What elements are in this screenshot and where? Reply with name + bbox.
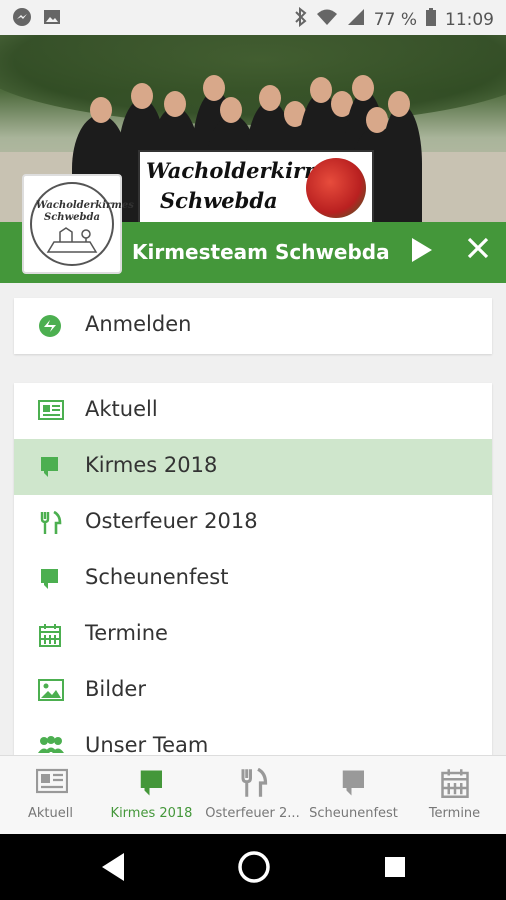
flag-icon — [38, 455, 62, 479]
battery-icon — [425, 7, 437, 32]
menu-item-label: Scheunenfest — [85, 565, 229, 589]
jester-icon — [306, 158, 366, 218]
wifi-icon — [316, 8, 338, 31]
tab-osterfeuer-2018[interactable]: Osterfeuer 2... — [202, 756, 303, 835]
menu-item-termine[interactable]: Termine — [14, 607, 492, 663]
flag-icon — [38, 567, 62, 591]
flag-icon — [137, 768, 167, 798]
fork-knife-icon — [238, 767, 268, 798]
menu-item-label: Aktuell — [85, 397, 158, 421]
battery-text: 77 % — [373, 9, 417, 30]
image-icon — [38, 679, 64, 703]
menu-item-label: Kirmes 2018 — [85, 453, 218, 477]
recents-icon[interactable] — [383, 855, 407, 883]
login-icon — [38, 314, 62, 338]
newspaper-icon — [38, 399, 64, 423]
gallery-icon — [42, 7, 62, 32]
signal-icon — [346, 8, 366, 31]
tab-label: Osterfeuer 2... — [205, 806, 300, 821]
tab-aktuell[interactable]: Aktuell — [0, 756, 101, 835]
club-logo: Wacholderkirmes Schwebda — [22, 174, 134, 274]
menu-item-scheunenfest[interactable]: Scheunenfest — [14, 551, 492, 607]
login-label: Anmelden — [85, 312, 192, 336]
newspaper-icon — [35, 768, 69, 798]
bottom-navigation: Aktuell Kirmes 2018 Osterfeuer 2... Sche… — [0, 755, 506, 835]
menu-item-label: Unser Team — [85, 733, 209, 755]
page-title: Kirmesteam Schwebda — [132, 240, 390, 264]
menu-item-label: Bilder — [85, 677, 146, 701]
fork-knife-icon — [38, 510, 62, 535]
calendar-icon — [440, 768, 470, 798]
clock: 11:09 — [445, 9, 494, 30]
messenger-icon — [12, 7, 32, 32]
menu-item-osterfeuer-2018[interactable]: Osterfeuer 2018 — [14, 495, 492, 551]
menu-item-aktuell[interactable]: Aktuell — [14, 383, 492, 439]
tab-label: Kirmes 2018 — [110, 806, 193, 821]
group-icon — [38, 735, 64, 755]
tab-label: Aktuell — [28, 806, 73, 821]
login-card: Anmelden — [14, 298, 492, 354]
kirmes-banner: Wacholderkirmes Schwebda — [138, 150, 374, 222]
menu-item-label: Osterfeuer 2018 — [85, 509, 258, 533]
tab-label: Termine — [428, 806, 481, 821]
tab-kirmes-2018[interactable]: Kirmes 2018 — [101, 756, 202, 835]
home-icon[interactable] — [237, 850, 271, 888]
tab-label: Scheunenfest — [309, 806, 398, 821]
close-button[interactable] — [466, 234, 490, 268]
menu-item-unser-team[interactable]: Unser Team — [14, 719, 492, 755]
menu-item-kirmes-2018[interactable]: Kirmes 2018 — [14, 439, 492, 495]
menu-item-label: Termine — [85, 621, 168, 645]
bluetooth-icon — [294, 6, 308, 32]
logo-line2: Schwebda — [43, 212, 100, 223]
login-item[interactable]: Anmelden — [14, 298, 492, 354]
menu-card: Aktuell Kirmes 2018 Osterfeuer 2018 Sche… — [14, 383, 492, 755]
status-bar: 77 % 11:09 — [0, 0, 506, 35]
tab-scheunenfest[interactable]: Scheunenfest — [303, 756, 404, 835]
calendar-icon — [38, 623, 62, 647]
back-icon[interactable] — [100, 852, 126, 886]
logo-line1: Wacholderkirmes — [36, 200, 134, 211]
flag-icon — [339, 768, 369, 798]
tree-background — [0, 35, 506, 125]
tab-termine[interactable]: Termine — [404, 756, 505, 835]
play-button[interactable] — [410, 237, 434, 270]
system-navigation — [0, 834, 506, 900]
banner-line2: Schwebda — [160, 188, 278, 213]
menu-item-bilder[interactable]: Bilder — [14, 663, 492, 719]
